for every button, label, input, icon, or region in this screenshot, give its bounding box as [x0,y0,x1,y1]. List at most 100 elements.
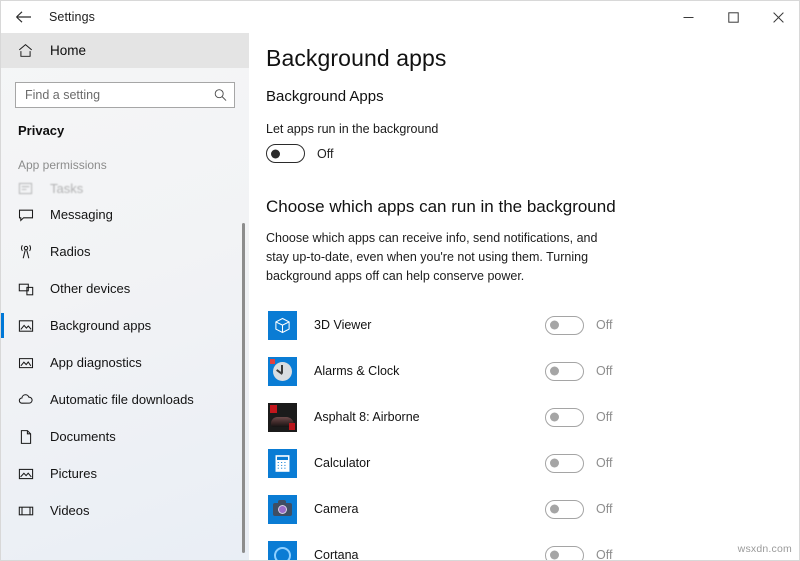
calculator-icon [268,449,297,478]
app-name: Asphalt 8: Airborne [314,410,420,424]
sidebar-item-automatic-file-downloads-label: Automatic file downloads [50,392,194,407]
app-name: 3D Viewer [314,318,371,332]
camera-lens [279,506,286,513]
toggle-knob [550,551,559,560]
toggle-knob [550,505,559,514]
app-toggle-state: Off [596,318,612,332]
table-row: 3D Viewer Off [249,302,800,348]
search-input[interactable] [16,83,206,107]
sidebar-item-documents-label: Documents [50,429,116,444]
camera-icon [268,495,297,524]
master-toggle-label: Let apps run in the background [249,105,800,136]
asphalt8-icon [268,403,297,432]
home-icon [18,43,46,58]
section-heading: Background Apps [249,72,800,105]
minimize-button[interactable] [666,1,711,33]
sidebar-item-home[interactable]: Home [1,33,249,68]
master-toggle-switch[interactable] [266,144,305,163]
maximize-button[interactable] [711,1,756,33]
app-name: Cortana [314,548,358,561]
app-name: Camera [314,502,358,516]
sidebar-item-tasks-label: Tasks [50,181,83,196]
toggle-knob [550,413,559,422]
sidebar-item-documents[interactable]: Documents [1,418,249,455]
alarms-clock-icon [268,357,297,386]
watermark: wsxdn.com [738,543,792,555]
sidebar-item-background-apps[interactable]: Background apps [1,307,249,344]
sidebar-item-other-devices-label: Other devices [50,281,130,296]
background-apps-icon [18,318,46,334]
back-button[interactable] [1,1,45,33]
master-toggle-row: Off [249,144,800,163]
close-button[interactable] [756,1,800,33]
table-row: Asphalt 8: Airborne Off [249,394,800,440]
app-toggle-state: Off [596,456,612,470]
app-toggle-switch[interactable] [545,408,584,427]
radio-tower-icon [18,244,46,260]
sidebar-item-radios[interactable]: Radios [1,233,249,270]
page-title: Background apps [249,33,800,72]
sidebar-item-messaging-label: Messaging [50,207,113,222]
sidebar-item-automatic-file-downloads[interactable]: Automatic file downloads [1,381,249,418]
sidebar-item-other-devices[interactable]: Other devices [1,270,249,307]
app-list: 3D Viewer Off Alarms & Clock [249,302,800,561]
search-box[interactable] [15,82,235,108]
sidebar-item-pictures[interactable]: Pictures [1,455,249,492]
sidebar-item-videos[interactable]: Videos [1,492,249,529]
devices-icon [18,281,46,297]
document-icon [18,429,46,445]
app-toggle-container: Off [545,500,612,519]
app-name: Alarms & Clock [314,364,399,378]
cortana-icon [268,541,297,561]
app-toggle-container: Off [545,408,612,427]
search-container [1,68,249,108]
table-row: Cortana Off [249,532,800,561]
master-toggle-state: Off [317,147,333,161]
camera-body [273,503,292,516]
title-bar: Settings [1,1,800,33]
toggle-knob [550,367,559,376]
sidebar-item-videos-label: Videos [50,503,90,518]
app-toggle-switch[interactable] [545,546,584,561]
app-toggle-state: Off [596,410,612,424]
sidebar-item-app-diagnostics-label: App diagnostics [50,355,142,370]
cloud-download-icon [18,392,46,408]
toggle-knob [271,149,280,158]
app-toggle-container: Off [545,454,612,473]
window-controls [666,1,800,33]
sidebar-item-app-diagnostics[interactable]: App diagnostics [1,344,249,381]
app-toggle-switch[interactable] [545,500,584,519]
sidebar-item-background-apps-label: Background apps [50,318,151,333]
app-toggle-container: Off [545,546,612,561]
app-toggle-state: Off [596,548,612,561]
close-icon [773,12,784,23]
table-row: Camera Off [249,486,800,532]
minimize-icon [683,12,694,23]
sidebar-scrollbar-thumb[interactable] [242,223,245,553]
app-toggle-switch[interactable] [545,454,584,473]
sidebar-item-radios-label: Radios [50,244,90,259]
tasks-icon [18,181,46,196]
search-icon[interactable] [214,89,227,102]
sidebar-item-tasks[interactable]: Tasks [1,176,249,196]
cortana-ring [274,547,291,561]
window-title: Settings [49,10,95,24]
app-toggle-container: Off [545,362,612,381]
asphalt-badge-secondary [289,423,295,430]
app-name: Calculator [314,456,370,470]
back-arrow-icon [15,10,32,24]
3d-viewer-icon [268,311,297,340]
picture-icon [18,466,46,482]
asphalt-badge [270,405,277,413]
app-toggle-state: Off [596,364,612,378]
app-toggle-container: Off [545,316,612,335]
app-toggle-switch[interactable] [545,316,584,335]
app-toggle-switch[interactable] [545,362,584,381]
settings-window: Settings [0,0,800,561]
sidebar-item-messaging[interactable]: Messaging [1,196,249,233]
table-row: Alarms & Clock Off [249,348,800,394]
maximize-icon [728,12,739,23]
toggle-knob [550,321,559,330]
sidebar-nav-list: Tasks Messaging Radios [1,176,249,529]
choose-apps-description: Choose which apps can receive info, send… [249,217,619,286]
